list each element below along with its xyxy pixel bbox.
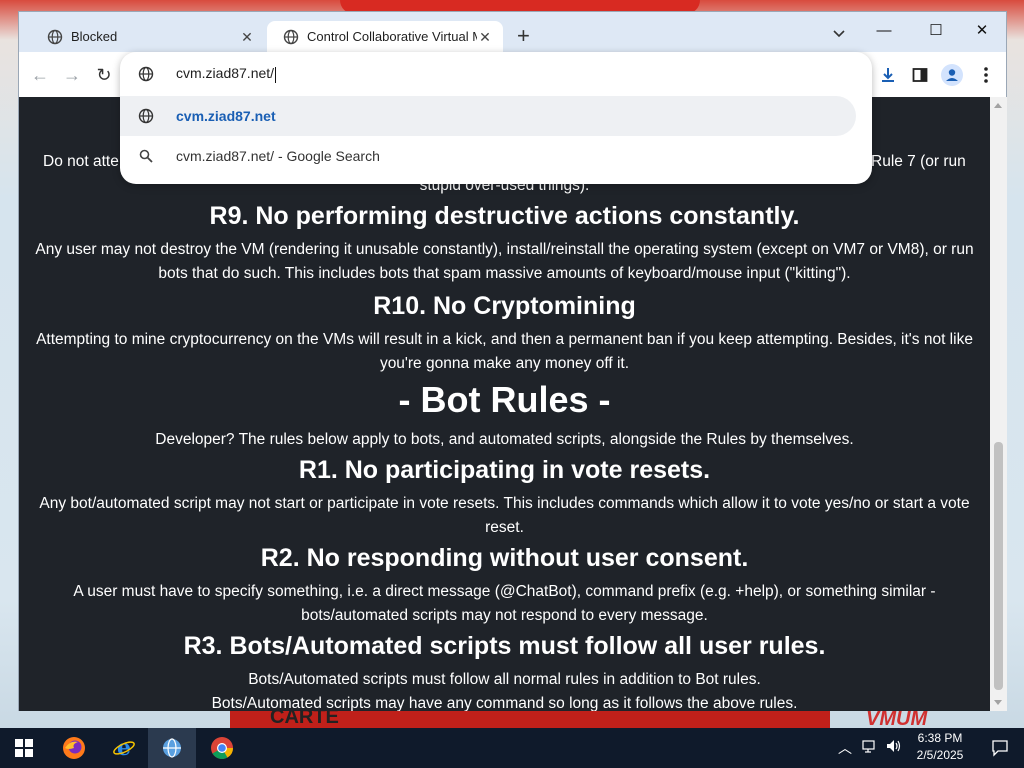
- page-content: Do not atte Rule 7 (or run stupid over-u…: [19, 97, 990, 711]
- globe-icon: [47, 29, 63, 45]
- omnibox-suggestion[interactable]: cvm.ziad87.net/ - Google Search: [120, 136, 872, 176]
- network-globe-icon[interactable]: [148, 728, 196, 768]
- start-button[interactable]: [0, 728, 48, 768]
- globe-icon: [283, 29, 299, 45]
- scroll-up-arrow-icon[interactable]: [994, 103, 1002, 108]
- tab-strip: Blocked ✕ Control Collaborative Virtual …: [19, 12, 1006, 52]
- partial-text: Do not atte: [43, 153, 119, 170]
- bot-rules-intro: Developer? The rules below apply to bots…: [155, 431, 854, 448]
- bot-rules-title: - Bot Rules -: [398, 379, 611, 420]
- close-tab-icon[interactable]: ✕: [477, 29, 493, 45]
- tab-search-icon[interactable]: [831, 25, 847, 41]
- menu-kebab-icon[interactable]: [975, 64, 997, 86]
- internet-explorer-icon[interactable]: e: [100, 728, 148, 768]
- omnibox-suggestion[interactable]: cvm.ziad87.net: [120, 96, 856, 136]
- back-button[interactable]: ←: [29, 64, 51, 86]
- close-window-button[interactable]: ✕: [959, 16, 1005, 44]
- minimize-button[interactable]: —: [861, 16, 907, 44]
- omnibox-dropdown: cvm.ziad87.net/ cvm.ziad87.net cvm.ziad8…: [120, 52, 872, 184]
- rule-body: Bots/Automated scripts may have any comm…: [211, 695, 798, 711]
- svg-text:e: e: [117, 736, 131, 760]
- profile-avatar-icon[interactable]: [941, 64, 963, 86]
- forward-button[interactable]: →: [61, 64, 83, 86]
- network-icon[interactable]: [862, 739, 878, 758]
- rule-body: Bots/Automated scripts must follow all n…: [248, 671, 761, 688]
- vertical-scrollbar[interactable]: [990, 97, 1007, 711]
- scroll-thumb[interactable]: [994, 442, 1003, 690]
- suggestion-text: cvm.ziad87.net: [176, 108, 276, 124]
- chevron-up-icon[interactable]: ︿: [838, 738, 852, 758]
- address-input[interactable]: cvm.ziad87.net/: [176, 65, 277, 83]
- reload-button[interactable]: ↻: [93, 64, 115, 86]
- taskbar: e ︿ 6:38 PM 2/5/2025: [0, 728, 1024, 768]
- rule-body: Attempting to mine cryptocurrency on the…: [36, 331, 973, 372]
- tab-title: Control Collaborative Virtual Ma: [307, 29, 477, 44]
- address-bar[interactable]: cvm.ziad87.net/: [120, 54, 872, 94]
- new-tab-button[interactable]: +: [517, 25, 530, 47]
- clock-date: 2/5/2025: [916, 748, 964, 762]
- tab-blocked[interactable]: Blocked ✕: [31, 21, 265, 52]
- partial-text: Rule 7 (or run: [871, 153, 966, 170]
- tab-cvm[interactable]: Control Collaborative Virtual Ma ✕: [267, 21, 503, 52]
- rule-heading: R3. Bots/Automated scripts must follow a…: [183, 632, 826, 660]
- notification-icon[interactable]: [976, 728, 1024, 768]
- side-panel-icon[interactable]: [909, 64, 931, 86]
- text-caret: [275, 66, 277, 83]
- chrome-icon[interactable]: [198, 728, 246, 768]
- download-icon[interactable]: [877, 64, 899, 86]
- rule-heading: R1. No participating in vote resets.: [298, 456, 711, 484]
- system-tray: ︿: [838, 728, 902, 768]
- search-icon: [136, 146, 156, 166]
- rule-body: Any user may not destroy the VM (renderi…: [35, 241, 974, 282]
- taskbar-clock[interactable]: 6:38 PM 2/5/2025: [904, 730, 976, 764]
- rule-heading: R10. No Cryptomining: [373, 292, 636, 320]
- rule-heading: R2. No responding without user consent.: [260, 544, 749, 572]
- firefox-icon[interactable]: [50, 728, 98, 768]
- maximize-button[interactable]: ☐: [913, 16, 959, 44]
- address-text: cvm.ziad87.net/: [176, 65, 275, 82]
- globe-icon: [136, 106, 156, 126]
- rule-body: A user must have to specify something, i…: [73, 583, 936, 624]
- rule-body: Any bot/automated script may not start o…: [39, 495, 970, 536]
- volume-icon[interactable]: [886, 739, 902, 758]
- tab-title: Blocked: [71, 29, 118, 44]
- suggestion-text: cvm.ziad87.net/ - Google Search: [176, 148, 380, 164]
- rule-heading: R9. No performing destructive actions co…: [209, 202, 800, 230]
- clock-time: 6:38 PM: [917, 731, 963, 745]
- scroll-down-arrow-icon[interactable]: [994, 700, 1002, 705]
- globe-icon: [136, 64, 156, 84]
- close-tab-icon[interactable]: ✕: [239, 29, 255, 45]
